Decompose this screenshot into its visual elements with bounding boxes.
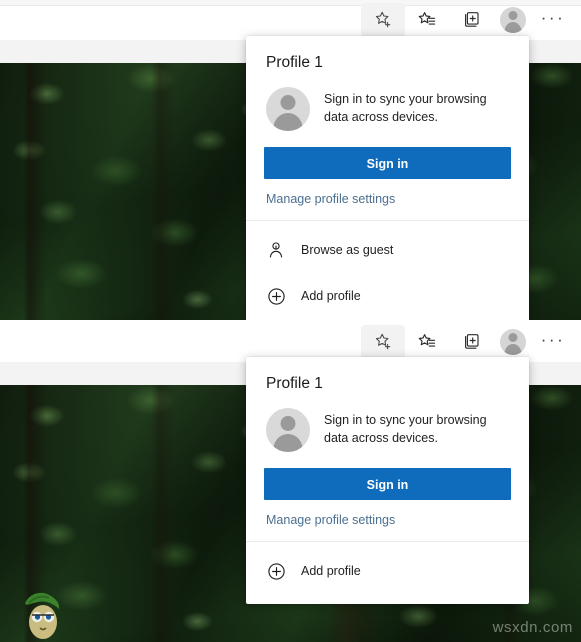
- browser-capture-top: ··· Profile 1 Sign in to sync your brows…: [0, 0, 581, 320]
- flyout-menu-bottom: Add profile: [246, 542, 529, 604]
- toolbar-icon-group-top: ···: [361, 0, 573, 40]
- sync-prompt-row-top: Sign in to sync your browsing data acros…: [246, 72, 529, 131]
- settings-and-more-icon[interactable]: ···: [533, 3, 573, 37]
- favorites-icon[interactable]: [405, 325, 449, 359]
- profile-avatar-icon[interactable]: [493, 3, 533, 37]
- avatar: [500, 329, 526, 355]
- manage-profile-settings-link-bottom[interactable]: Manage profile settings: [246, 500, 529, 541]
- menu-item-add-profile-bottom[interactable]: Add profile: [246, 548, 529, 594]
- sync-message-top: Sign in to sync your browsing data acros…: [324, 92, 487, 124]
- sync-prompt-row-bottom: Sign in to sync your browsing data acros…: [246, 393, 529, 452]
- settings-and-more-icon[interactable]: ···: [533, 325, 573, 359]
- add-circle-icon: [266, 561, 286, 581]
- collections-icon[interactable]: [449, 3, 493, 37]
- sign-in-button-top[interactable]: Sign in: [264, 147, 511, 179]
- profile-picture-icon: [266, 87, 310, 131]
- flyout-title-bottom: Profile 1: [266, 375, 323, 392]
- screenshot-canvas: ··· Profile 1 Sign in to sync your brows…: [0, 0, 581, 642]
- add-favorite-icon[interactable]: [361, 3, 405, 37]
- profile-avatar-icon[interactable]: [493, 325, 533, 359]
- browser-capture-bottom: ··· wsxdn.com Profile 1 Sign in to sync …: [0, 320, 581, 642]
- menu-item-browse-as-guest[interactable]: Browse as guest: [246, 227, 529, 273]
- browser-toolbar-top: ···: [0, 0, 581, 40]
- collections-icon[interactable]: [449, 325, 493, 359]
- menu-item-add-profile-top[interactable]: Add profile: [246, 273, 529, 319]
- profile-flyout-bottom: Profile 1 Sign in to sync your browsing …: [246, 357, 529, 604]
- favorites-icon[interactable]: [405, 3, 449, 37]
- site-watermark-text: wsxdn.com: [492, 619, 573, 636]
- browser-toolbar-bottom: ···: [0, 320, 581, 362]
- menu-item-label: Add profile: [301, 564, 361, 578]
- avatar: [500, 7, 526, 33]
- add-circle-icon: [266, 286, 286, 306]
- manage-profile-settings-link-top[interactable]: Manage profile settings: [246, 179, 529, 220]
- menu-item-label: Add profile: [301, 289, 361, 303]
- profile-flyout-top: Profile 1 Sign in to sync your browsing …: [246, 36, 529, 320]
- flyout-title-top: Profile 1: [266, 54, 323, 71]
- flyout-menu-top: Browse as guest Add profile: [246, 221, 529, 320]
- profile-picture-icon: [266, 408, 310, 452]
- site-watermark-logo: [25, 592, 60, 639]
- menu-item-label: Browse as guest: [301, 243, 394, 257]
- guest-person-icon: [266, 240, 286, 260]
- sign-in-button-bottom[interactable]: Sign in: [264, 468, 511, 500]
- add-favorite-icon[interactable]: [361, 325, 405, 359]
- sync-message-bottom: Sign in to sync your browsing data acros…: [324, 413, 487, 445]
